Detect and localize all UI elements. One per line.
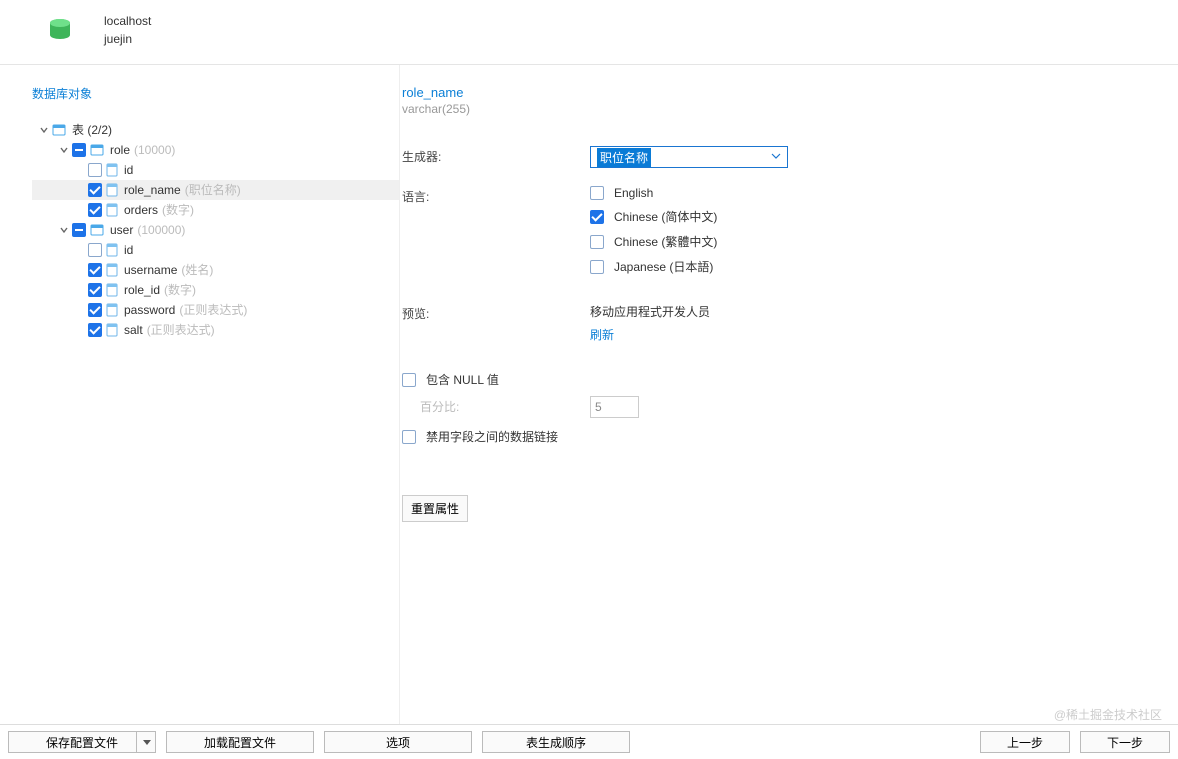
- options-button[interactable]: 选项: [324, 731, 472, 753]
- include-null-label: 包含 NULL 值: [426, 371, 499, 388]
- column-checkbox[interactable]: [88, 323, 102, 337]
- save-profile-button[interactable]: 保存配置文件: [8, 731, 156, 753]
- column-icon: [106, 303, 118, 317]
- tree-column-username[interactable]: username(姓名): [32, 260, 399, 280]
- disable-link-label: 禁用字段之间的数据链接: [426, 428, 558, 445]
- tree-column-role_name[interactable]: role_name(职位名称): [32, 180, 399, 200]
- include-null-checkbox[interactable]: [402, 373, 416, 387]
- tree-column-id[interactable]: id: [32, 160, 399, 180]
- main-content: 数据库对象 表 (2/2)role(10000)idrole_name(职位名称…: [0, 65, 1178, 724]
- tree-column-salt[interactable]: salt(正则表达式): [32, 320, 399, 340]
- tree-root-tables[interactable]: 表 (2/2): [32, 120, 399, 140]
- language-label: 语言:: [402, 186, 590, 205]
- generator-value: 职位名称: [597, 148, 651, 167]
- column-icon: [106, 203, 118, 217]
- column-icon: [106, 163, 118, 177]
- chevron-down-icon: [143, 740, 151, 745]
- refresh-link[interactable]: 刷新: [590, 326, 614, 343]
- language-option[interactable]: Japanese (日本語): [590, 258, 1178, 275]
- column-checkbox[interactable]: [88, 303, 102, 317]
- generator-label: 生成器:: [402, 146, 590, 165]
- database-label: juejin: [104, 30, 151, 48]
- percent-input[interactable]: [590, 396, 639, 418]
- connection-header: localhost juejin: [0, 0, 1178, 65]
- column-checkbox[interactable]: [88, 243, 102, 257]
- load-profile-button[interactable]: 加载配置文件: [166, 731, 314, 753]
- footer-toolbar: 保存配置文件 加载配置文件 选项 表生成顺序 上一步 下一步: [0, 724, 1178, 759]
- language-checkbox[interactable]: [590, 186, 604, 200]
- language-option[interactable]: Chinese (简体中文): [590, 208, 1178, 225]
- tree-table-role[interactable]: role(10000): [32, 140, 399, 160]
- language-checkbox[interactable]: [590, 210, 604, 224]
- column-checkbox[interactable]: [88, 163, 102, 177]
- next-button[interactable]: 下一步: [1080, 731, 1170, 753]
- database-icon: [46, 16, 74, 44]
- percent-label: 百分比:: [402, 396, 590, 415]
- column-icon: [106, 323, 118, 337]
- table-icon: [90, 143, 104, 157]
- chevron-down-icon[interactable]: [58, 224, 70, 236]
- tree-column-orders[interactable]: orders(数字): [32, 200, 399, 220]
- table-checkbox[interactable]: [72, 223, 86, 237]
- field-name: role_name: [402, 85, 1178, 100]
- column-checkbox[interactable]: [88, 183, 102, 197]
- table-icon: [90, 223, 104, 237]
- chevron-down-icon[interactable]: [38, 124, 50, 136]
- preview-label: 预览:: [402, 303, 590, 322]
- language-checkbox[interactable]: [590, 235, 604, 249]
- language-label: English: [614, 186, 653, 200]
- column-icon: [106, 283, 118, 297]
- tree-column-id[interactable]: id: [32, 240, 399, 260]
- disable-link-checkbox[interactable]: [402, 430, 416, 444]
- language-option[interactable]: Chinese (繁體中文): [590, 233, 1178, 250]
- language-label: Chinese (繁體中文): [614, 233, 717, 250]
- table-order-button[interactable]: 表生成顺序: [482, 731, 630, 753]
- column-icon: [106, 183, 118, 197]
- column-icon: [106, 263, 118, 277]
- generator-combobox[interactable]: 职位名称: [590, 146, 788, 168]
- column-checkbox[interactable]: [88, 203, 102, 217]
- column-checkbox[interactable]: [88, 283, 102, 297]
- field-properties-panel: role_name varchar(255) 生成器: 职位名称 语言: Eng: [400, 65, 1178, 724]
- tree-column-password[interactable]: password(正则表达式): [32, 300, 399, 320]
- preview-value: 移动应用程式开发人员: [590, 303, 1178, 320]
- chevron-down-icon: [771, 150, 781, 164]
- host-label: localhost: [104, 12, 151, 30]
- language-label: Japanese (日本語): [614, 258, 713, 275]
- language-label: Chinese (简体中文): [614, 208, 717, 225]
- reset-button[interactable]: 重置属性: [402, 495, 468, 522]
- table-icon: [52, 123, 66, 137]
- tree-column-role_id[interactable]: role_id(数字): [32, 280, 399, 300]
- language-checkbox[interactable]: [590, 260, 604, 274]
- tree-title: 数据库对象: [32, 85, 399, 102]
- column-icon: [106, 243, 118, 257]
- tree-table-user[interactable]: user(100000): [32, 220, 399, 240]
- field-type: varchar(255): [402, 102, 1178, 116]
- prev-button[interactable]: 上一步: [980, 731, 1070, 753]
- tree-panel: 数据库对象 表 (2/2)role(10000)idrole_name(职位名称…: [0, 65, 400, 724]
- column-checkbox[interactable]: [88, 263, 102, 277]
- chevron-down-icon[interactable]: [58, 144, 70, 156]
- language-option[interactable]: English: [590, 186, 1178, 200]
- table-checkbox[interactable]: [72, 143, 86, 157]
